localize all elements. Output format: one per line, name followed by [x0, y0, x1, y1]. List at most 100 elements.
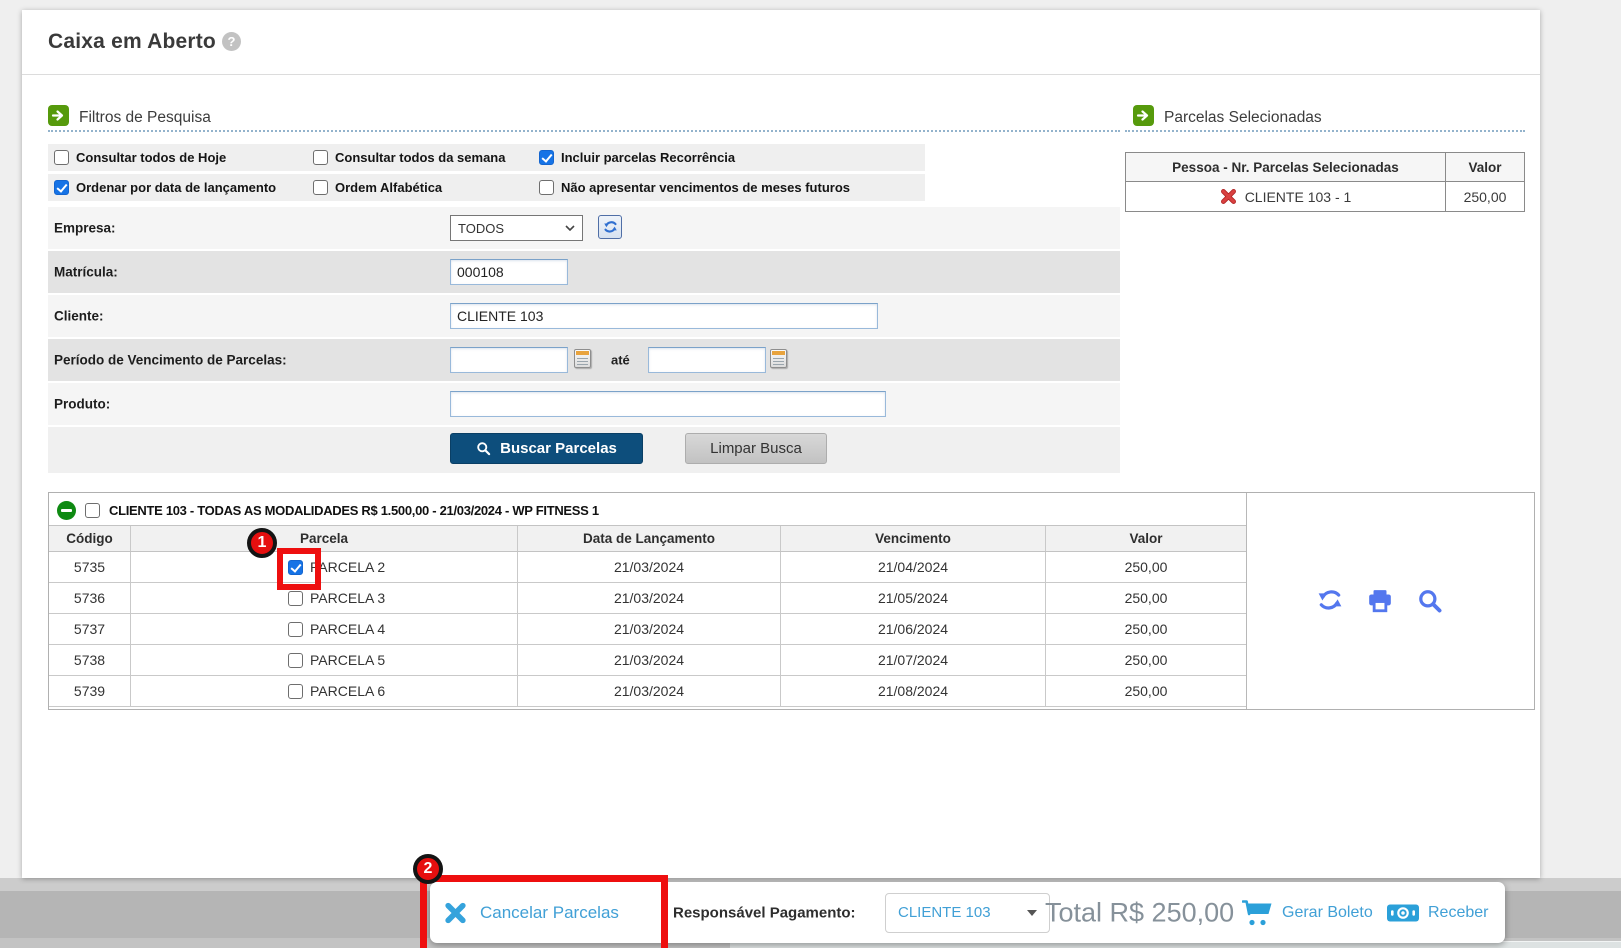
chevron-down-icon [565, 225, 575, 231]
refresh-companies-icon[interactable] [598, 215, 622, 239]
col-valor-header: Valor [1445, 153, 1524, 181]
cell-lancamento: 21/03/2024 [518, 583, 781, 613]
row-checkbox[interactable] [288, 591, 303, 606]
annotation-step1-badge: 1 [247, 528, 277, 558]
checkbox-nao-apresentar-futuros[interactable]: Não apresentar vencimentos de meses futu… [539, 174, 850, 201]
section-arrow-icon [48, 105, 69, 131]
cell-lancamento: 21/03/2024 [518, 552, 781, 582]
produto-row: Produto: [48, 383, 1120, 425]
cell-codigo: 5736 [49, 583, 131, 613]
checkbox[interactable] [313, 180, 328, 195]
empresa-select[interactable]: TODOS [450, 215, 583, 241]
group-checkbox[interactable] [85, 503, 100, 518]
ate-label: até [611, 353, 630, 368]
cell-valor: 250,00 [1046, 583, 1246, 613]
cart-icon[interactable] [1242, 899, 1273, 927]
filters-section-title: Filtros de Pesquisa [79, 109, 211, 127]
cell-vencimento: 21/05/2024 [781, 583, 1046, 613]
checkbox-consultar-hoje[interactable]: Consultar todos de Hoje [54, 144, 226, 171]
periodo-to-input[interactable] [648, 347, 766, 373]
search-action-icon[interactable] [1417, 588, 1443, 614]
checkbox-row-1: Consultar todos de Hoje Consultar todos … [48, 144, 925, 171]
buscar-parcelas-label: Buscar Parcelas [500, 440, 617, 457]
row-checkbox[interactable] [288, 653, 303, 668]
magnifier-icon [476, 441, 491, 456]
parcela-label: PARCELA 6 [310, 683, 385, 699]
cell-valor: 250,00 [1046, 552, 1246, 582]
col-vencimento: Vencimento [781, 526, 1046, 551]
collapse-icon[interactable] [57, 501, 76, 520]
cell-valor: 250,00 [1046, 645, 1246, 675]
checkbox-label: Não apresentar vencimentos de meses futu… [561, 180, 850, 195]
selected-section-header: Parcelas Selecionadas [1133, 105, 1322, 131]
periodo-row: Período de Vencimento de Parcelas: até [48, 339, 1120, 381]
periodo-from-input[interactable] [450, 347, 568, 373]
help-icon[interactable]: ? [222, 32, 241, 51]
table-row: 5737 PARCELA 4 21/03/2024 21/06/2024 250… [49, 614, 1246, 645]
limpar-busca-button[interactable]: Limpar Busca [685, 433, 827, 464]
checkbox-ordenar-data[interactable]: Ordenar por data de lançamento [54, 174, 276, 201]
selected-parcels-table: Pessoa - Nr. Parcelas Selecionadas Valor… [1125, 152, 1525, 212]
checkbox[interactable] [313, 150, 328, 165]
checkbox[interactable] [54, 180, 69, 195]
receber-button[interactable]: Receber [1428, 904, 1488, 922]
col-codigo: Código [49, 526, 131, 551]
filter-buttons-row: Buscar Parcelas Limpar Busca [48, 427, 1120, 473]
cliente-row: Cliente: [48, 295, 1120, 337]
checkbox-label: Ordenar por data de lançamento [76, 180, 276, 195]
row-checkbox[interactable] [288, 684, 303, 699]
delete-icon[interactable] [1220, 188, 1237, 205]
checkbox-label: Ordem Alfabética [335, 180, 442, 195]
checkbox-label: Consultar todos da semana [335, 150, 505, 165]
cell-vencimento: 21/07/2024 [781, 645, 1046, 675]
parcela-label: PARCELA 3 [310, 590, 385, 606]
periodo-label: Período de Vencimento de Parcelas: [54, 353, 287, 368]
gerar-boleto-button[interactable]: Gerar Boleto [1282, 904, 1373, 922]
cell-vencimento: 21/08/2024 [781, 676, 1046, 706]
empresa-row: Empresa: TODOS [48, 207, 1120, 249]
selected-person: CLIENTE 103 - 1 [1245, 189, 1352, 205]
responsavel-dropdown[interactable]: CLIENTE 103 [885, 893, 1050, 933]
cell-parcela: PARCELA 2 [131, 552, 518, 582]
page-title: Caixa em Aberto [48, 30, 216, 54]
limpar-busca-label: Limpar Busca [710, 440, 802, 457]
parcela-label: PARCELA 2 [310, 559, 385, 575]
filters-section-header: Filtros de Pesquisa [48, 105, 211, 131]
selected-value: 250,00 [1445, 182, 1524, 211]
checkbox-incluir-recorrencia[interactable]: Incluir parcelas Recorrência [539, 144, 735, 171]
annotation-step2-badge: 2 [413, 854, 443, 884]
matricula-input[interactable] [450, 259, 568, 285]
produto-label: Produto: [54, 397, 110, 412]
title-divider [22, 74, 1540, 75]
col-person-header: Pessoa - Nr. Parcelas Selecionadas [1126, 153, 1445, 181]
buscar-parcelas-button[interactable]: Buscar Parcelas [450, 433, 643, 464]
cell-parcela: PARCELA 4 [131, 614, 518, 644]
col-valor: Valor [1046, 526, 1246, 551]
checkbox-label: Consultar todos de Hoje [76, 150, 226, 165]
cell-vencimento: 21/06/2024 [781, 614, 1046, 644]
produto-input[interactable] [450, 391, 886, 417]
row-checkbox[interactable] [288, 622, 303, 637]
screen: Caixa em Aberto ? Filtros de Pesquisa Co… [0, 0, 1621, 948]
section-arrow-icon [1133, 105, 1154, 131]
refresh-action-icon[interactable] [1317, 588, 1343, 614]
checkbox-row-2: Ordenar por data de lançamento Ordem Alf… [48, 174, 925, 201]
calendar-icon[interactable] [770, 349, 787, 368]
matricula-label: Matrícula: [54, 265, 118, 280]
cancelar-parcelas-button[interactable]: Cancelar Parcelas [480, 903, 619, 923]
banknote-icon[interactable] [1386, 901, 1420, 924]
cancel-x-icon[interactable] [444, 901, 467, 924]
checkbox[interactable] [539, 180, 554, 195]
calendar-icon[interactable] [574, 349, 591, 368]
caret-down-icon [1027, 910, 1037, 916]
print-action-icon[interactable] [1367, 588, 1393, 614]
empresa-label: Empresa: [54, 221, 116, 236]
cell-codigo: 5735 [49, 552, 131, 582]
cell-valor: 250,00 [1046, 676, 1246, 706]
cliente-input[interactable] [450, 303, 878, 329]
row-checkbox[interactable] [288, 560, 303, 575]
checkbox[interactable] [539, 150, 554, 165]
checkbox-ordem-alfabetica[interactable]: Ordem Alfabética [313, 174, 442, 201]
checkbox[interactable] [54, 150, 69, 165]
checkbox-consultar-semana[interactable]: Consultar todos da semana [313, 144, 505, 171]
